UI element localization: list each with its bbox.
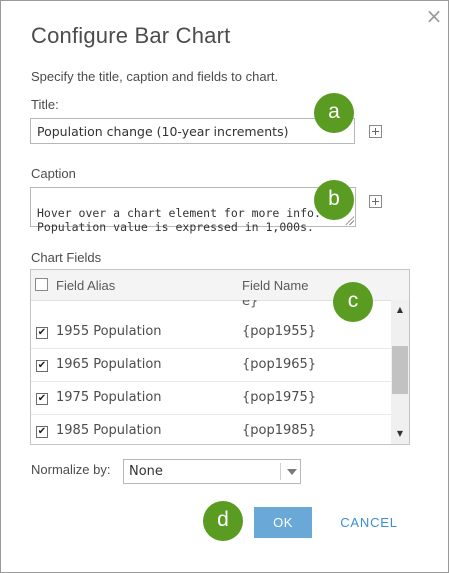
caption-text: Hover over a chart element for more info… [37,206,321,234]
field-alias: 1965 Population [56,357,162,372]
field-alias: 1975 Population [56,390,162,405]
scroll-thumb[interactable] [392,346,408,394]
normalize-by-select[interactable]: None [123,459,301,484]
table-row[interactable]: ✔ 1975 Population {pop1975} [31,382,391,415]
caption-plus-icon[interactable] [369,195,382,208]
close-icon[interactable]: × [425,6,443,26]
field-alias: 1985 Population [56,423,162,438]
callout-d: d [203,501,243,541]
chevron-down-icon[interactable] [287,469,297,475]
row-checkbox[interactable]: ✔ [36,393,48,405]
row-checkbox[interactable]: ✔ [36,360,48,372]
table-row[interactable]: ✔ 1985 Population {pop1985} [31,415,391,444]
title-field-label: Title: [31,97,59,112]
chart-fields-label: Chart Fields [31,250,102,265]
table-row[interactable]: ✔ 1955 Population {pop1955} [31,316,391,349]
normalize-by-label: Normalize by: [31,462,111,477]
row-checkbox[interactable]: ✔ [36,327,48,339]
dialog-title: Configure Bar Chart [31,23,231,48]
field-name: {pop1955} [242,324,317,339]
callout-a: a [314,93,354,133]
scroll-up-icon[interactable]: ▲ [391,303,409,317]
table-row[interactable]: ✔ 1965 Population {pop1965} [31,349,391,382]
callout-b: b [314,180,354,220]
column-header-alias[interactable]: Field Alias [56,278,115,293]
caption-textarea[interactable]: Hover over a chart element for more info… [30,187,356,234]
column-header-name[interactable]: Field Name [242,278,308,293]
cancel-button[interactable]: CANCEL [334,507,404,538]
dialog-instructions: Specify the title, caption and fields to… [31,69,279,84]
field-name: {pop1975} [242,390,317,405]
title-plus-icon[interactable] [369,125,382,138]
row-checkbox[interactable]: ✔ [36,426,48,438]
normalize-selected-value: None [129,464,163,479]
callout-c: c [333,282,373,322]
ok-button[interactable]: OK [254,507,312,538]
configure-bar-chart-dialog: × Configure Bar Chart Specify the title,… [0,0,449,573]
grid-scrollbar[interactable]: ▲ ▼ [391,300,409,444]
resize-grip-icon[interactable] [345,216,354,225]
field-name: {pop1985} [242,423,317,438]
select-all-checkbox[interactable] [35,278,48,291]
field-alias: 1955 Population [56,324,162,339]
scroll-down-icon[interactable]: ▼ [391,427,409,441]
caption-field-label: Caption [31,166,76,181]
field-name: {pop1965} [242,357,317,372]
title-input[interactable]: Population change (10-year increments) [30,118,355,144]
select-divider [280,463,281,480]
